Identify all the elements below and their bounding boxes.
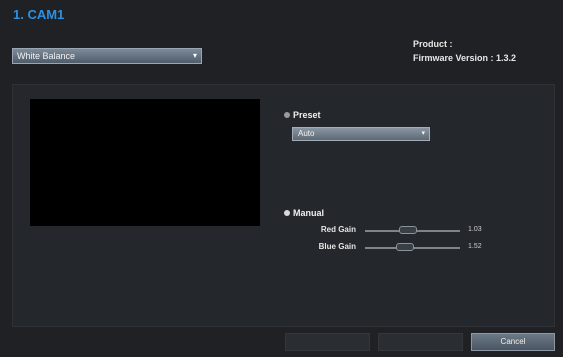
footer-button-1[interactable] bbox=[285, 333, 370, 351]
blue-gain-thumb[interactable] bbox=[395, 243, 414, 251]
blue-gain-label: Blue Gain bbox=[318, 242, 356, 251]
camera-title: 1. CAM1 bbox=[13, 7, 65, 22]
preset-select-value: Auto bbox=[298, 129, 315, 138]
camera-preview bbox=[30, 99, 260, 226]
device-info: Product : Firmware Version : 1.3.2 bbox=[413, 37, 516, 65]
chevron-down-icon: ▾ bbox=[192, 51, 197, 60]
red-gain-label: Red Gain bbox=[320, 225, 356, 234]
preset-select[interactable]: Auto ▾ bbox=[292, 127, 430, 141]
preset-label: Preset bbox=[293, 110, 321, 120]
footer-button-2[interactable] bbox=[378, 333, 463, 351]
red-gain-thumb[interactable] bbox=[398, 226, 417, 234]
cancel-button[interactable]: Cancel bbox=[471, 333, 555, 351]
mode-select-value: White Balance bbox=[17, 51, 76, 61]
chevron-down-icon: ▾ bbox=[421, 130, 425, 137]
preset-radio[interactable]: Preset bbox=[284, 110, 321, 120]
red-gain-value: 1.03 bbox=[468, 226, 482, 233]
manual-radio[interactable]: Manual bbox=[284, 208, 324, 218]
mode-select[interactable]: White Balance ▾ bbox=[12, 48, 202, 64]
blue-gain-value: 1.52 bbox=[468, 243, 482, 250]
radio-icon bbox=[284, 210, 290, 216]
manual-label: Manual bbox=[293, 208, 325, 218]
radio-icon bbox=[284, 112, 290, 118]
product-label: Product : bbox=[413, 39, 453, 49]
firmware-version: Firmware Version : 1.3.2 bbox=[413, 53, 517, 63]
